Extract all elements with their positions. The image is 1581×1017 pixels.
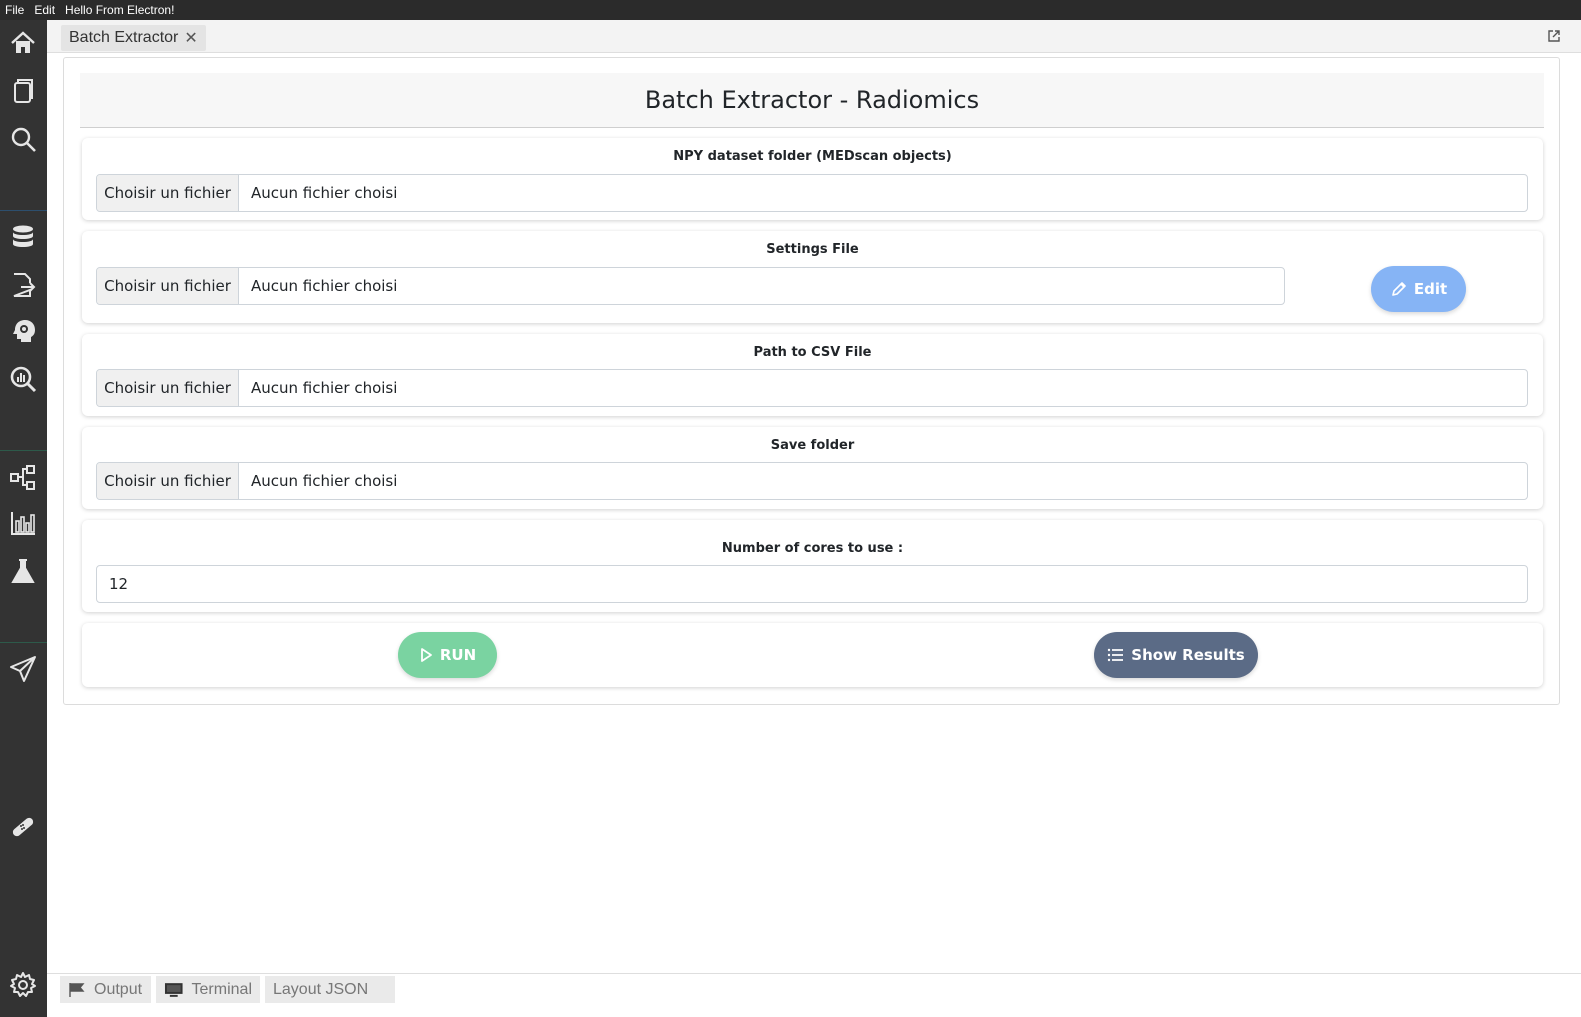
cores-label: Number of cores to use : (721, 541, 904, 556)
npy-file-status: Aucun fichier choisi (251, 184, 398, 202)
show-results-button[interactable]: Show Results (1094, 632, 1258, 678)
tab-terminal-label: Terminal (191, 980, 252, 998)
settings-card: Settings File Choisir un fichier Aucun f… (82, 231, 1543, 323)
tab-batch-extractor[interactable]: Batch Extractor ✕ (61, 25, 206, 51)
save-file-input[interactable]: Choisir un fichier Aucun fichier choisi (96, 462, 1528, 500)
show-results-label: Show Results (1131, 646, 1245, 664)
search-icon[interactable] (8, 124, 38, 154)
bar-chart-icon[interactable] (8, 508, 38, 538)
flask-icon[interactable] (8, 556, 38, 586)
pages-icon[interactable] (8, 76, 38, 106)
page-header: Batch Extractor - Radiomics (80, 73, 1544, 128)
edit-button[interactable]: Edit (1371, 266, 1466, 312)
cores-input[interactable]: 12 (96, 565, 1528, 603)
bottom-panel-bar: Output Terminal Layout JSON (47, 973, 1581, 1017)
actions-card: RUN Show Results (82, 623, 1543, 687)
settings-icon[interactable] (8, 970, 38, 1000)
run-button[interactable]: RUN (398, 632, 497, 678)
tab-terminal[interactable]: Terminal (156, 976, 260, 1003)
menu-file[interactable]: File (5, 3, 24, 17)
popout-icon[interactable] (1547, 29, 1561, 43)
main-panel: Batch Extractor - Radiomics NPY dataset … (63, 57, 1560, 705)
npy-card: NPY dataset folder (MEDscan objects) Cho… (82, 138, 1543, 220)
settings-choose-button[interactable]: Choisir un fichier (97, 268, 239, 304)
database-icon[interactable] (8, 222, 38, 252)
csv-file-input[interactable]: Choisir un fichier Aucun fichier choisi (96, 369, 1528, 407)
home-icon[interactable] (8, 28, 38, 58)
csv-choose-button[interactable]: Choisir un fichier (97, 370, 239, 406)
menu-hello[interactable]: Hello From Electron! (65, 3, 174, 17)
save-card: Save folder Choisir un fichier Aucun fic… (82, 427, 1543, 509)
flag-icon (69, 982, 85, 997)
menu-edit[interactable]: Edit (34, 3, 55, 17)
tab-output-label: Output (94, 980, 143, 998)
send-icon[interactable] (8, 654, 38, 684)
npy-file-input[interactable]: Choisir un fichier Aucun fichier choisi (96, 174, 1528, 212)
list-icon (1108, 648, 1124, 662)
terminal-icon (164, 982, 183, 997)
flow-icon[interactable] (8, 462, 38, 492)
settings-file-input[interactable]: Choisir un fichier Aucun fichier choisi (96, 267, 1285, 305)
pencil-icon (1392, 281, 1406, 296)
tab-bar: Batch Extractor ✕ (47, 20, 1581, 53)
tab-output[interactable]: Output (60, 976, 151, 1003)
sidebar (0, 20, 47, 1017)
bandage-icon[interactable] (8, 812, 38, 842)
csv-card: Path to CSV File Choisir un fichier Aucu… (82, 334, 1543, 416)
page-title: Batch Extractor - Radiomics (644, 86, 980, 114)
settings-label: Settings File (766, 242, 859, 257)
tab-layout-json[interactable]: Layout JSON (265, 976, 395, 1003)
edit-label: Edit (1413, 280, 1448, 298)
npy-choose-button[interactable]: Choisir un fichier (97, 175, 239, 211)
npy-label: NPY dataset folder (MEDscan objects) (673, 149, 952, 164)
csv-file-status: Aucun fichier choisi (251, 379, 398, 397)
sidebar-separator (0, 642, 47, 643)
menu-bar: File Edit Hello From Electron! (0, 0, 1581, 20)
file-export-icon[interactable] (8, 270, 38, 300)
close-icon[interactable]: ✕ (184, 28, 197, 48)
save-file-status: Aucun fichier choisi (251, 472, 398, 490)
tab-label: Batch Extractor (69, 29, 179, 46)
save-label: Save folder (770, 438, 855, 453)
tab-layout-json-label: Layout JSON (273, 980, 369, 998)
sidebar-separator (0, 450, 47, 451)
brain-gear-icon[interactable] (8, 316, 38, 346)
run-label: RUN (439, 646, 477, 664)
sidebar-separator (0, 210, 47, 211)
search-chart-icon[interactable] (8, 364, 38, 394)
cores-card: Number of cores to use : 12 (82, 520, 1543, 612)
settings-file-status: Aucun fichier choisi (251, 277, 398, 295)
save-choose-button[interactable]: Choisir un fichier (97, 463, 239, 499)
csv-label: Path to CSV File (753, 345, 872, 360)
play-icon (420, 648, 432, 662)
